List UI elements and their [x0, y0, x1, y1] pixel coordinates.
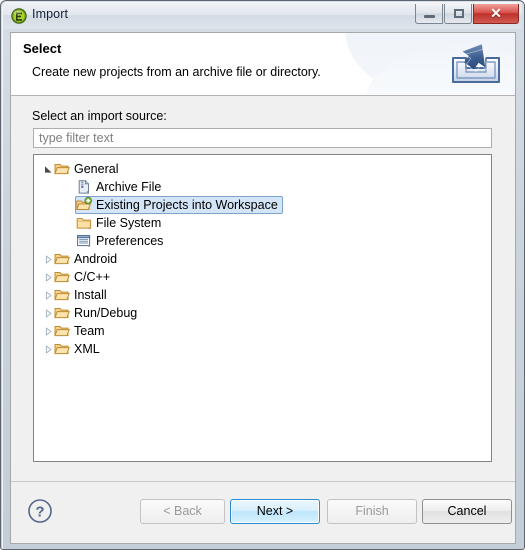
collapse-arrow-icon[interactable] — [42, 160, 54, 178]
wizard-banner: Select Create new projects from an archi… — [11, 33, 515, 96]
expand-arrow-icon[interactable] — [42, 250, 54, 268]
tree-item-c-c[interactable]: C/C++ — [34, 268, 491, 286]
archive-file-icon — [76, 179, 92, 195]
wizard-content: Select an import source: General Archive … — [11, 96, 515, 481]
tree-item-existing-projects-into-workspace[interactable]: Existing Projects into Workspace — [34, 196, 491, 214]
window-title: Import — [32, 7, 69, 21]
minimize-icon — [424, 15, 435, 18]
open-folder-icon — [54, 251, 70, 267]
open-folder-icon — [54, 269, 70, 285]
title-bar[interactable]: Import ✕ — [3, 3, 522, 29]
closed-folder-icon — [76, 215, 92, 231]
cancel-button[interactable]: Cancel — [422, 499, 512, 524]
tree-item-label: General — [74, 162, 119, 176]
open-folder-icon — [54, 161, 70, 177]
tree-item-android[interactable]: Android — [34, 250, 491, 268]
tree-item-general[interactable]: General — [34, 160, 491, 178]
open-folder-icon — [54, 323, 70, 339]
finish-button[interactable]: Finish — [327, 499, 417, 524]
close-button[interactable]: ✕ — [473, 4, 519, 24]
tree-item-label: Run/Debug — [74, 306, 138, 320]
tree-item-install[interactable]: Install — [34, 286, 491, 304]
svg-text:?: ? — [35, 504, 44, 521]
tree-item-label: Existing Projects into Workspace — [96, 198, 278, 212]
tree-item-label: Install — [74, 288, 107, 302]
tree-item-label: Team — [74, 324, 105, 338]
open-folder-icon — [54, 287, 70, 303]
maximize-button[interactable] — [444, 4, 472, 24]
eclipse-wizard-icon — [11, 8, 27, 24]
expand-arrow-icon[interactable] — [42, 340, 54, 358]
tree-item-archive-file[interactable]: Archive File — [34, 178, 491, 196]
preferences-list-icon — [76, 233, 92, 249]
tree-item-preferences[interactable]: Preferences — [34, 232, 491, 250]
tree-rows: General Archive File Existing Projects int… — [34, 160, 491, 358]
expand-arrow-icon[interactable] — [42, 304, 54, 322]
tree-item-label: Archive File — [96, 180, 162, 194]
close-icon: ✕ — [490, 5, 502, 21]
open-folder-add-icon — [76, 196, 92, 213]
expand-arrow-icon[interactable] — [42, 286, 54, 304]
tree-item-label: File System — [96, 216, 162, 230]
tree-item-xml[interactable]: XML — [34, 340, 491, 358]
page-description: Create new projects from an archive file… — [32, 65, 321, 79]
open-folder-icon — [54, 305, 70, 321]
tree-item-team[interactable]: Team — [34, 322, 491, 340]
import-source-label: Select an import source: — [32, 109, 167, 123]
expand-arrow-icon[interactable] — [42, 268, 54, 286]
filter-input[interactable] — [33, 128, 492, 148]
page-title: Select — [23, 41, 62, 56]
open-folder-icon — [54, 341, 70, 357]
tree-item-label: Android — [74, 252, 118, 266]
back-button[interactable]: < Back — [140, 499, 225, 524]
help-icon[interactable]: ? — [27, 498, 53, 524]
tree-item-label: Preferences — [96, 234, 164, 248]
minimize-button[interactable] — [415, 4, 443, 24]
next-button[interactable]: Next > — [230, 499, 320, 524]
tree-item-label: C/C++ — [74, 270, 111, 284]
dialog-client-area: Select Create new projects from an archi… — [10, 32, 516, 544]
import-source-tree[interactable]: General Archive File Existing Projects int… — [33, 154, 492, 462]
tree-item-label: XML — [74, 342, 100, 356]
window-controls: ✕ — [415, 4, 519, 25]
tree-item-file-system[interactable]: File System — [34, 214, 491, 232]
expand-arrow-icon[interactable] — [42, 322, 54, 340]
import-dialog-window: Import ✕ Select Create new projects from… — [0, 0, 525, 550]
tree-item-run-debug[interactable]: Run/Debug — [34, 304, 491, 322]
maximize-icon — [454, 9, 464, 18]
dialog-button-bar: ? < Back Next > Finish Cancel — [11, 481, 515, 543]
import-arrow-into-tray-icon — [449, 41, 503, 89]
